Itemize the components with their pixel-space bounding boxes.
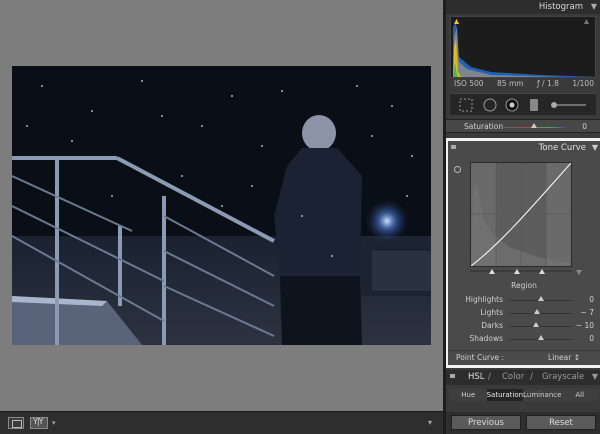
iso-value: ISO 500 (454, 79, 484, 88)
tone-curve-plot (470, 162, 572, 267)
region-value: 0 (589, 295, 594, 304)
histogram-plot (451, 17, 595, 77)
previous-button[interactable]: Previous (451, 415, 521, 430)
panel-buttons: Previous Reset (446, 412, 600, 434)
saturation-label: Saturation (464, 122, 504, 131)
histogram-graph (450, 16, 596, 78)
develop-right-panel: Histogram ▼ ISO 500 85 mm ƒ / 1.8 1/100 (443, 0, 600, 434)
image-preview-area[interactable] (0, 0, 443, 411)
spot-removal-icon[interactable] (483, 98, 497, 112)
toolbar-menu-arrow-icon[interactable]: ▾ (428, 418, 432, 427)
region-slider-thumb[interactable] (534, 309, 541, 314)
saturation-slider-thumb[interactable] (531, 123, 537, 128)
tone-curve-header[interactable]: Tone Curve ▼ (448, 141, 600, 155)
tone-curve-title: Tone Curve (538, 143, 586, 153)
collapse-triangle-icon[interactable]: ▼ (591, 2, 597, 11)
region-value: − 10 (575, 321, 594, 330)
color-separator: / (530, 372, 533, 382)
grayscale-tab[interactable]: Grayscale (542, 372, 584, 382)
hsl-subtabs: Hue Saturation Luminance All (450, 389, 598, 401)
compare-glyph: Y|Y (33, 417, 44, 426)
color-tab[interactable]: Color (502, 372, 524, 382)
aperture-value: ƒ / 1.8 (537, 79, 559, 88)
region-label: Highlights (465, 295, 503, 304)
region-label: Shadows (469, 334, 503, 343)
tone-curve-graph[interactable] (470, 162, 572, 267)
region-value: 0 (589, 334, 594, 343)
before-after-view-button[interactable]: Y|Y (30, 417, 48, 429)
camera-info: ISO 500 85 mm ƒ / 1.8 1/100 (454, 79, 594, 88)
region-slider-thumb[interactable] (533, 322, 540, 327)
region-slider-track[interactable] (510, 313, 572, 314)
hsl-tab[interactable]: HSL (468, 372, 485, 382)
hsl-subtab-saturation[interactable]: Saturation (486, 389, 524, 401)
saturation-row[interactable]: Saturation 0 (446, 119, 600, 133)
region-slider-track[interactable] (510, 326, 572, 327)
region-title: Region (511, 281, 537, 290)
region-row-darks[interactable]: Darks − 10 (448, 320, 600, 332)
tone-curve-panel: Tone Curve ▼ Region Highlights 0 Lights … (446, 138, 600, 368)
region-row-lights[interactable]: Lights − 7 (448, 307, 600, 319)
point-curve-dropdown[interactable]: Linear ↕ (548, 353, 580, 362)
panel-toggle-icon[interactable] (450, 374, 455, 378)
region-value: − 7 (580, 308, 594, 317)
region-slider-thumb[interactable] (538, 335, 544, 340)
split-point-sliders (470, 269, 582, 275)
region-row-shadows[interactable]: Shadows 0 (448, 333, 600, 345)
hsl-header[interactable]: HSL / Color / Grayscale ▼ (446, 370, 600, 385)
point-curve-label: Point Curve : (456, 353, 505, 362)
loupe-view-button[interactable] (8, 417, 24, 429)
split-point-menu-icon[interactable] (576, 270, 582, 275)
photo-scene (12, 66, 431, 345)
point-curve-row[interactable]: Point Curve : Linear ↕ (448, 350, 600, 364)
region-row-highlights[interactable]: Highlights 0 (448, 294, 600, 306)
adjustment-brush-icon[interactable] (551, 102, 557, 108)
tool-icons (459, 98, 586, 112)
photo-preview[interactable] (12, 66, 431, 345)
hsl-subtab-hue[interactable]: Hue (450, 389, 487, 401)
collapse-triangle-icon[interactable]: ▼ (592, 372, 598, 381)
collapse-triangle-icon[interactable]: ▼ (592, 143, 598, 152)
region-label: Darks (481, 321, 503, 330)
region-slider-thumb[interactable] (538, 296, 544, 301)
targeted-adjustment-icon[interactable] (454, 166, 461, 173)
histogram-title: Histogram (538, 2, 583, 12)
saturation-value: 0 (582, 122, 587, 131)
shutter-speed: 1/100 (572, 79, 594, 88)
hsl-separator: / (488, 372, 491, 382)
crop-tool-icon[interactable] (459, 98, 473, 112)
graduated-filter-icon[interactable] (530, 99, 538, 111)
reset-button[interactable]: Reset (526, 415, 596, 430)
histogram-header[interactable]: Histogram ▼ (446, 0, 600, 14)
hsl-subtab-all[interactable]: All (561, 389, 598, 401)
focal-length: 85 mm (497, 79, 524, 88)
region-label: Lights (480, 308, 503, 317)
panel-toggle-icon[interactable] (451, 145, 456, 149)
view-options-arrow-icon[interactable]: ▾ (52, 419, 56, 427)
develop-tool-strip (450, 93, 596, 115)
hsl-subtab-luminance[interactable]: Luminance (523, 389, 561, 401)
bottom-toolbar: Y|Y ▾ ▾ (0, 411, 443, 434)
